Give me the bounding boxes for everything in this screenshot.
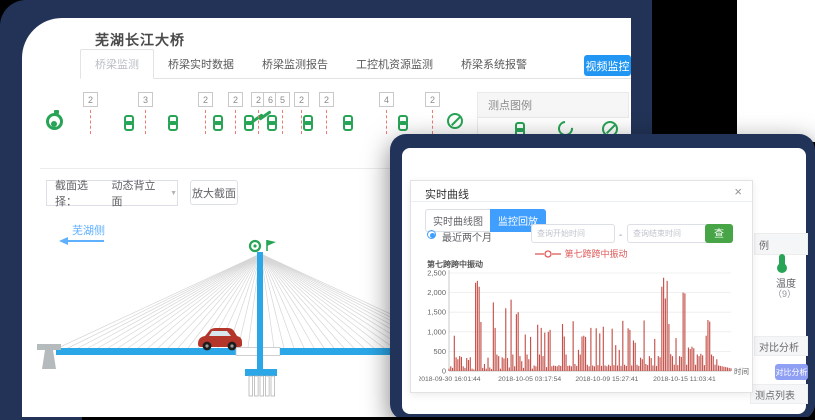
compare-section-header: 对比分析 — [754, 336, 808, 356]
query-button[interactable]: 查询 — [705, 224, 733, 243]
popup-legend-header-partial: 例 — [754, 233, 808, 255]
tab-4[interactable]: 桥梁系统报警 — [447, 50, 541, 78]
point-list-header: 测点列表 — [750, 384, 808, 404]
temperature-count: （9） — [773, 287, 796, 300]
x-axis-label: 时间 — [734, 366, 749, 376]
sensor-count-badge[interactable]: 2 — [83, 92, 98, 107]
pier-cap — [245, 369, 277, 376]
tab-2[interactable]: 桥梁监测报告 — [248, 50, 342, 78]
top-right-white-area — [737, 0, 815, 142]
svg-text:1,500: 1,500 — [427, 308, 446, 317]
svg-text:2,000: 2,000 — [427, 288, 446, 297]
x-axis-tick: 2018-10-15 11:03:41 — [653, 376, 716, 383]
sensor-count-badge[interactable]: 2 — [319, 92, 334, 107]
anemometer-icon — [267, 240, 276, 251]
thermometer-icon[interactable] — [779, 254, 785, 267]
section-select-label: 截面选择： — [47, 177, 102, 209]
section-select[interactable]: 动态背立面 — [112, 177, 159, 209]
chevron-down-icon[interactable]: ▼ — [170, 190, 177, 197]
chain-icon[interactable] — [124, 115, 134, 132]
gps-icon — [250, 241, 260, 251]
popup-window: 例 温度 （9） 对比分析 对比分析 测点列表 实时曲线 × 实时曲线图监控回放… — [402, 148, 806, 414]
section-select-group: 截面选择： 动态背立面 ▼ — [46, 180, 178, 206]
vibration-chart[interactable]: 0 500 1,000 1,500 2,000 2,500 2018-09-30 16:01… — [419, 267, 749, 398]
sensor-dash-line — [301, 110, 302, 134]
stopwatch-icon[interactable] — [46, 113, 63, 130]
chain-icon[interactable] — [303, 115, 313, 132]
sensor-dash-line — [258, 110, 259, 134]
sensor-count-badge[interactable]: 2 — [228, 92, 243, 107]
end-time-input[interactable] — [627, 224, 711, 243]
chain-icon[interactable] — [244, 115, 254, 132]
svg-text:500: 500 — [433, 347, 446, 356]
legend-panel-header: 测点图例 — [477, 92, 629, 118]
enlarge-section-button[interactable]: 放大截面 — [190, 180, 238, 205]
sensor-dash-line — [205, 110, 206, 134]
video-monitor-button[interactable]: 视频监控 — [584, 55, 631, 76]
svg-text:0: 0 — [442, 367, 446, 376]
compare-analysis-button[interactable]: 对比分析 — [775, 364, 808, 380]
sensor-dash-line — [326, 110, 327, 134]
range-separator: - — [619, 230, 622, 241]
sensor-count-badge[interactable]: 3 — [138, 92, 153, 107]
tab-1[interactable]: 桥梁实时数据 — [154, 50, 248, 78]
chain-icon[interactable] — [343, 115, 353, 132]
sensor-count-badge[interactable]: 5 — [275, 92, 290, 107]
sensor-count-badge[interactable]: 2 — [294, 92, 309, 107]
legend-marker-icon — [535, 250, 561, 258]
sensor-dash-line — [90, 110, 91, 134]
x-axis-tick: 2018-10-05 03:17:54 — [498, 376, 561, 383]
sensor-dash-line — [145, 110, 146, 134]
sensor-dash-line — [386, 110, 387, 134]
sensor-count-badge[interactable]: 4 — [379, 92, 394, 107]
pier-columns — [249, 376, 275, 396]
screen: 芜湖长江大桥 桥梁监测桥梁实时数据桥梁监测报告工控机资源监测桥梁系统报警 视频监… — [0, 0, 815, 420]
sensor-dash-line — [235, 110, 236, 134]
x-axis-tick: 2018-10-09 15:27:41 — [575, 376, 638, 383]
sensor-count-badge[interactable]: 2 — [198, 92, 213, 107]
dialog-header: 实时曲线 × — [411, 181, 752, 202]
tab-3[interactable]: 工控机资源监测 — [342, 50, 447, 78]
svg-text:1,000: 1,000 — [427, 327, 446, 336]
close-icon[interactable]: × — [734, 184, 742, 199]
sensor-dash-line — [282, 110, 283, 134]
car — [198, 328, 242, 350]
realtime-curve-dialog: 实时曲线 × 实时曲线图监控回放 最近两个月 - 查询 第七跨跨中振动 第七跨跨… — [410, 180, 753, 393]
dialog-title: 实时曲线 — [425, 186, 469, 202]
legend-label: 第七跨跨中振动 — [564, 247, 627, 260]
chain-icon[interactable] — [168, 115, 178, 132]
x-axis-tick: 2018-09-30 16:01:44 — [419, 376, 481, 383]
chain-icon[interactable] — [398, 115, 408, 132]
bridge-tower — [257, 252, 263, 369]
left-pier — [42, 350, 56, 369]
recent-two-months-radio[interactable] — [427, 230, 436, 239]
ban-icon[interactable] — [447, 113, 463, 129]
sensor-dash-line — [432, 110, 433, 134]
left-pier — [37, 344, 61, 350]
page-title: 芜湖长江大桥 — [95, 30, 185, 50]
chain-icon[interactable] — [213, 115, 223, 132]
recent-two-months-label: 最近两个月 — [442, 229, 492, 244]
chain-icon[interactable] — [267, 115, 277, 132]
tab-bar: 桥梁监测桥梁实时数据桥梁监测报告工控机资源监测桥梁系统报警 — [80, 54, 631, 79]
start-time-input[interactable] — [531, 224, 615, 243]
svg-text:2,500: 2,500 — [427, 269, 446, 278]
sensor-count-badge[interactable]: 2 — [425, 92, 440, 107]
tab-0[interactable]: 桥梁监测 — [80, 49, 154, 79]
